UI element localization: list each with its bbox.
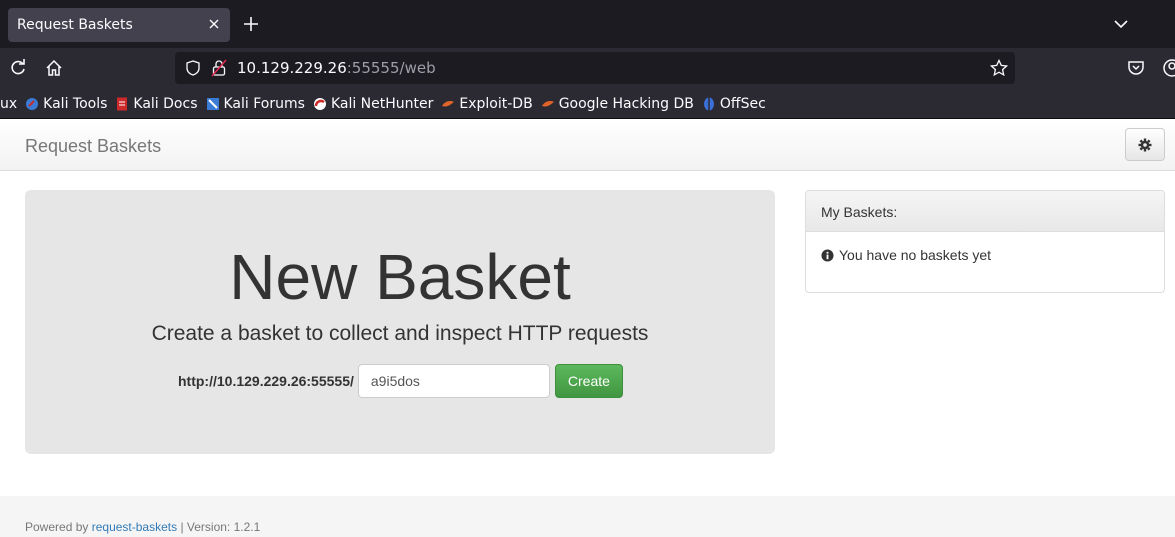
page-title: New Basket <box>229 241 571 313</box>
lead-text: Create a basket to collect and inspect H… <box>151 322 649 345</box>
app-navbar: Request Baskets <box>0 120 1175 171</box>
bookmark-label: Google Hacking DB <box>558 95 694 112</box>
brand-link[interactable]: Request Baskets <box>25 136 161 157</box>
pocket-icon[interactable] <box>1126 58 1146 78</box>
url-prefix-label: http://10.129.229.26:55555/ <box>178 373 354 389</box>
page-content: Request Baskets New Basket Create a bask… <box>0 120 1175 537</box>
ghdb-icon <box>541 100 554 107</box>
browser-tab-strip: Request Baskets <box>0 0 1175 48</box>
create-basket-form: http://10.129.229.26:55555/ Create <box>178 364 623 398</box>
kali-docs-icon <box>117 97 128 110</box>
bookmark-kali-nethunter[interactable]: Kali NetHunter <box>313 92 433 116</box>
gear-icon <box>1138 138 1152 152</box>
reload-icon[interactable] <box>8 58 28 78</box>
bookmark-kali-forums[interactable]: Kali Forums <box>206 92 305 116</box>
bookmark-label: Exploit-DB <box>459 95 533 112</box>
exploit-db-icon <box>442 100 455 107</box>
bookmark-label: Kali Docs <box>133 95 198 112</box>
insecure-lock-icon[interactable] <box>211 59 227 77</box>
star-icon[interactable] <box>990 59 1008 77</box>
basket-name-input[interactable] <box>357 364 550 398</box>
panel-heading: My Baskets: <box>806 191 1164 232</box>
footer: Powered by request-baskets | Version: 1.… <box>0 496 1175 537</box>
url-text: 10.129.229.26:55555/web <box>237 59 436 77</box>
create-button[interactable]: Create <box>554 364 623 398</box>
offsec-icon <box>703 97 714 110</box>
kali-tools-icon <box>26 97 39 110</box>
new-tab-icon[interactable] <box>242 15 260 33</box>
bookmark-label: Kali Tools <box>43 95 108 112</box>
bookmark-label: Kali Forums <box>223 95 305 112</box>
empty-message: You have no baskets yet <box>839 247 992 263</box>
powered-by-label: Powered by <box>25 520 89 534</box>
new-basket-jumbotron: New Basket Create a basket to collect an… <box>25 190 775 454</box>
version-label: | Version: 1.2.1 <box>180 520 261 534</box>
bookmarks-toolbar: ux Kali Tools Kali Docs Kali Forums Kali… <box>0 89 1175 119</box>
url-path: :55555/web <box>346 59 436 77</box>
kali-nethunter-icon <box>313 97 326 110</box>
bookmark-google-hacking-db[interactable]: Google Hacking DB <box>541 92 694 116</box>
shield-icon[interactable] <box>185 60 201 76</box>
bookmark-truncated[interactable]: ux <box>0 92 17 116</box>
home-icon[interactable] <box>44 58 64 78</box>
close-icon[interactable] <box>206 16 222 32</box>
bookmark-label: OffSec <box>719 95 766 112</box>
account-icon[interactable] <box>1162 58 1175 78</box>
tab-title: Request Baskets <box>17 17 133 33</box>
bookmark-exploit-db[interactable]: Exploit-DB <box>441 92 533 116</box>
url-bar[interactable]: 10.129.229.26:55555/web <box>175 52 1015 84</box>
request-baskets-link[interactable]: request-baskets <box>92 520 177 534</box>
footer-text: Powered by request-baskets | Version: 1.… <box>25 520 260 534</box>
bookmark-kali-docs[interactable]: Kali Docs <box>115 92 198 116</box>
bookmark-label: Kali NetHunter <box>330 95 434 112</box>
tab-request-baskets[interactable]: Request Baskets <box>8 8 230 42</box>
bookmark-offsec[interactable]: OffSec <box>702 92 766 116</box>
settings-button[interactable] <box>1125 128 1165 161</box>
panel-body: You have no baskets yet <box>806 232 1164 278</box>
my-baskets-panel: My Baskets: You have no baskets yet <box>805 190 1165 293</box>
chevron-down-icon[interactable] <box>1112 17 1130 31</box>
bookmark-label: ux <box>0 95 18 112</box>
info-icon <box>821 248 834 262</box>
kali-forums-icon <box>206 97 219 110</box>
navigation-toolbar: 10.129.229.26:55555/web <box>0 48 1175 89</box>
url-host: 10.129.229.26 <box>237 59 347 77</box>
bookmark-kali-tools[interactable]: Kali Tools <box>25 92 107 116</box>
